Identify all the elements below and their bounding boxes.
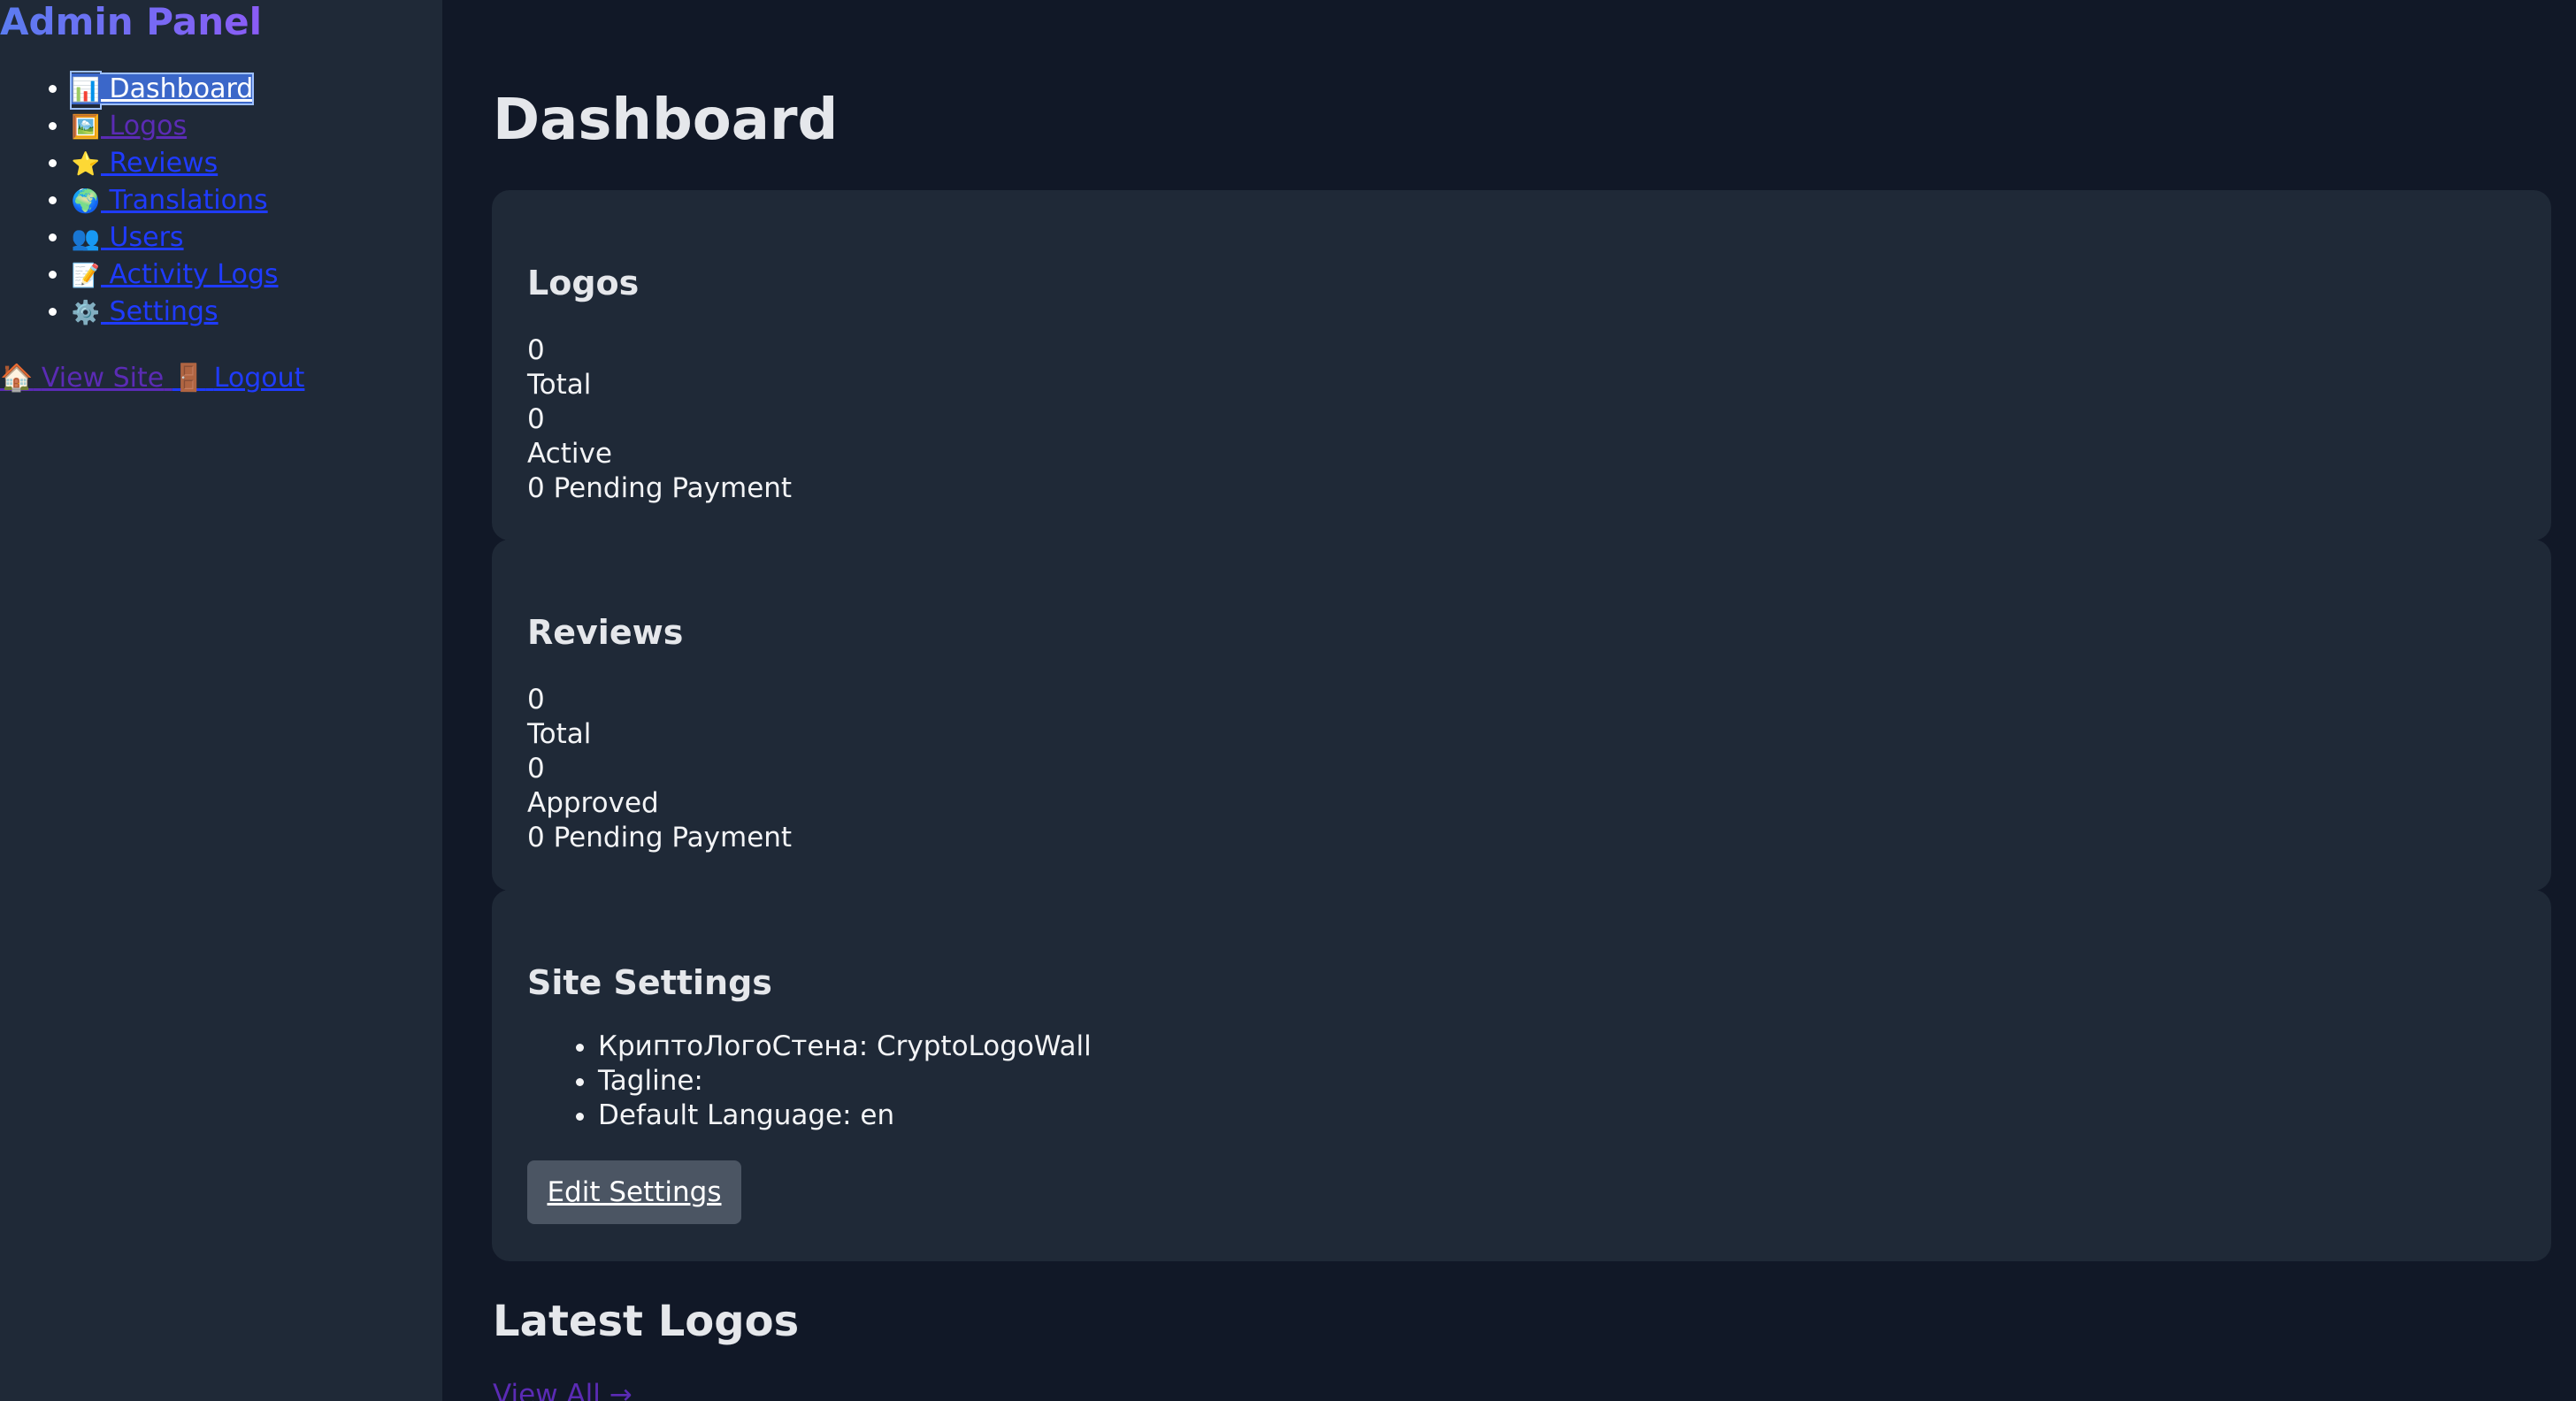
- page-title: Dashboard: [493, 88, 839, 153]
- sidebar-link-logos[interactable]: 🖼️ Logos: [71, 111, 187, 142]
- house-icon: 🏠: [0, 363, 34, 394]
- sidebar-nav: 📊 Dashboard 🖼️ Logos ⭐ Reviews 🌍 Transla…: [0, 71, 279, 331]
- door-icon: 🚪: [172, 363, 206, 394]
- sidebar-item-logos: 🖼️ Logos: [71, 108, 279, 145]
- logos-active-label: Active: [527, 438, 612, 470]
- logos-card-title: Logos: [527, 264, 640, 302]
- users-icon: 👥: [71, 226, 101, 252]
- site-settings-list: КриптоЛогоСтена: CryptoLogoWall Tagline:…: [527, 1030, 1092, 1133]
- reviews-card-title: Reviews: [527, 613, 684, 652]
- latest-logos-title: Latest Logos: [493, 1297, 800, 1346]
- framed-picture-icon: 🖼️: [71, 114, 101, 141]
- sidebar-item-activity-logs: 📝 Activity Logs: [71, 256, 279, 294]
- view-all-link[interactable]: View All →: [493, 1377, 632, 1401]
- sidebar-item-label: Dashboard: [109, 73, 254, 104]
- sidebar-link-users[interactable]: 👥 Users: [71, 222, 184, 253]
- globe-icon: 🌍: [71, 188, 101, 215]
- reviews-total-value: 0: [527, 684, 545, 716]
- setting-default-language: Default Language: en: [598, 1099, 1092, 1133]
- edit-settings-button[interactable]: Edit Settings: [527, 1160, 741, 1224]
- logout-label: Logout: [213, 363, 305, 394]
- sidebar-item-reviews: ⭐ Reviews: [71, 145, 279, 182]
- gear-icon: ⚙️: [71, 300, 101, 326]
- sidebar-link-reviews[interactable]: ⭐ Reviews: [71, 148, 218, 179]
- sidebar-item-label: Activity Logs: [109, 259, 279, 290]
- sidebar-item-label: Logos: [109, 111, 188, 142]
- sidebar: Admin Panel 📊 Dashboard 🖼️ Logos ⭐ Revie…: [0, 0, 442, 1401]
- sidebar-item-label: Reviews: [109, 148, 218, 179]
- view-site-label: View Site: [41, 363, 165, 394]
- sidebar-item-dashboard: 📊 Dashboard: [69, 71, 279, 108]
- sidebar-link-dashboard[interactable]: 📊 Dashboard: [69, 73, 255, 105]
- reviews-approved-value: 0: [527, 753, 545, 785]
- logos-stats: 0 Total 0 Active 0 Pending Payment: [527, 333, 792, 506]
- sidebar-footer: 🏠 View Site 🚪 Logout: [0, 360, 304, 397]
- main-content: Dashboard Logos 0 Total 0 Active 0 Pendi…: [442, 0, 2576, 1401]
- setting-site-name: КриптоЛогоСтена: CryptoLogoWall: [598, 1030, 1092, 1064]
- star-icon: ⭐: [71, 151, 101, 178]
- memo-icon: 📝: [71, 263, 101, 289]
- site-settings-card: Site Settings КриптоЛогоСтена: CryptoLog…: [492, 890, 2551, 1261]
- sidebar-link-settings[interactable]: ⚙️ Settings: [71, 296, 218, 327]
- logos-card: Logos 0 Total 0 Active 0 Pending Payment: [492, 190, 2551, 540]
- reviews-approved-label: Approved: [527, 787, 659, 819]
- logos-total-label: Total: [527, 369, 592, 401]
- sidebar-item-label: Translations: [109, 185, 268, 216]
- bar-chart-icon: 📊: [71, 77, 101, 103]
- sidebar-item-settings: ⚙️ Settings: [71, 294, 279, 331]
- sidebar-item-users: 👥 Users: [71, 219, 279, 256]
- sidebar-item-label: Users: [109, 222, 184, 253]
- sidebar-title: Admin Panel: [0, 0, 263, 43]
- sidebar-item-label: Settings: [109, 296, 218, 327]
- logos-pending-payment: 0 Pending Payment: [527, 472, 793, 504]
- view-site-link[interactable]: 🏠 View Site: [0, 363, 172, 394]
- sidebar-link-activity-logs[interactable]: 📝 Activity Logs: [71, 259, 279, 290]
- site-settings-title: Site Settings: [527, 963, 772, 1002]
- admin-app: Admin Panel 📊 Dashboard 🖼️ Logos ⭐ Revie…: [0, 0, 2576, 1401]
- sidebar-link-translations[interactable]: 🌍 Translations: [71, 185, 268, 216]
- reviews-card: Reviews 0 Total 0 Approved 0 Pending Pay…: [492, 540, 2551, 891]
- setting-tagline: Tagline:: [598, 1064, 1092, 1099]
- reviews-stats: 0 Total 0 Approved 0 Pending Payment: [527, 683, 792, 855]
- logos-active-value: 0: [527, 403, 545, 435]
- sidebar-item-translations: 🌍 Translations: [71, 182, 279, 219]
- reviews-total-label: Total: [527, 718, 592, 750]
- logos-total-value: 0: [527, 334, 545, 366]
- logout-link[interactable]: 🚪 Logout: [172, 363, 305, 394]
- reviews-pending-payment: 0 Pending Payment: [527, 822, 793, 854]
